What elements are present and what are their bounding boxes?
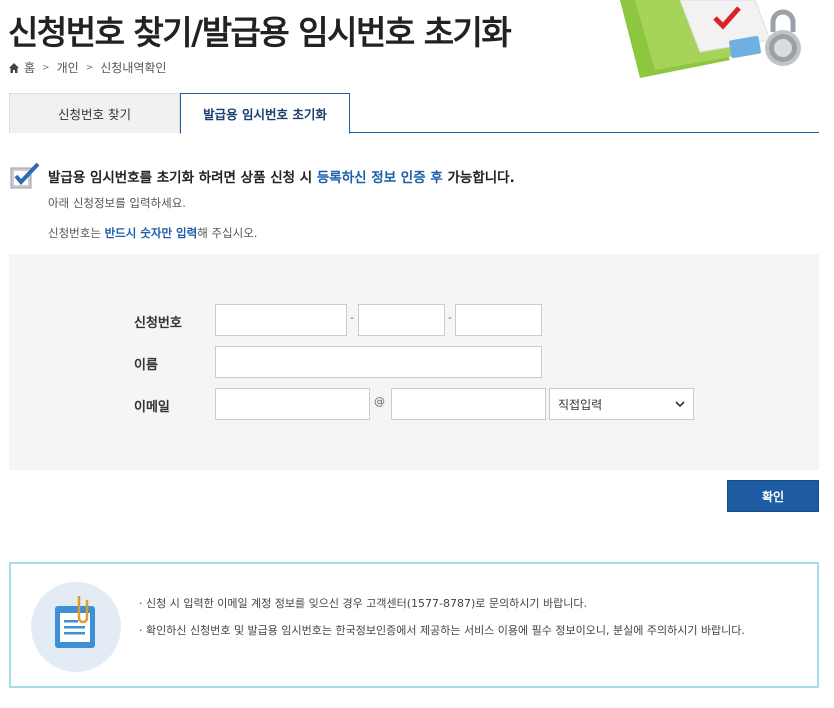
tab-find-application-number[interactable]: 신청번호 찾기 bbox=[9, 93, 180, 133]
page-title: 신청번호 찾기/발급용 임시번호 초기화 bbox=[8, 13, 512, 52]
confirm-button[interactable]: 확인 bbox=[727, 480, 819, 512]
headline-suffix: 가능합니다. bbox=[442, 170, 515, 186]
at-symbol: @ bbox=[374, 395, 385, 408]
email-domain-select[interactable]: 직접입력 bbox=[549, 388, 694, 420]
notice-headline: 발급용 임시번호를 초기화 하려면 상품 신청 시 등록하신 정보 인증 후 가… bbox=[48, 166, 515, 186]
instruction-prefix: 신청번호는 bbox=[48, 226, 105, 240]
hero-illustration bbox=[580, 0, 834, 78]
instruction-suffix: 해 주십시오. bbox=[197, 226, 258, 240]
clipboard-note-icon bbox=[55, 596, 95, 648]
chevron-right-icon: > bbox=[85, 62, 94, 73]
info-box: · 신청 시 입력한 이메일 계정 정보를 잊으신 경우 고객센터(1577-8… bbox=[9, 562, 819, 688]
email-label: 이메일 bbox=[134, 400, 170, 415]
breadcrumb-item-personal[interactable]: 개인 bbox=[57, 59, 79, 76]
chevron-right-icon: > bbox=[42, 62, 50, 73]
application-number-field-2[interactable] bbox=[358, 304, 445, 336]
dash-separator: - bbox=[448, 311, 452, 324]
home-icon[interactable] bbox=[8, 62, 20, 74]
chevron-down-icon bbox=[675, 401, 685, 408]
email-domain-field[interactable] bbox=[391, 388, 546, 420]
instruction-highlight: 반드시 숫자만 입력 bbox=[104, 226, 198, 240]
name-label: 이름 bbox=[134, 358, 158, 373]
info-line-1: · 신청 시 입력한 이메일 계정 정보를 잊으신 경우 고객센터(1577-8… bbox=[139, 597, 587, 610]
checkbox-check-icon bbox=[10, 162, 40, 189]
number-only-instruction: 신청번호는 반드시 숫자만 입력해 주십시오. bbox=[48, 225, 257, 241]
application-form: 신청번호 - - 이름 이메일 @ 직접입력 bbox=[9, 254, 819, 470]
email-id-field[interactable] bbox=[215, 388, 370, 420]
info-line-2: · 확인하신 신청번호 및 발급용 임시번호는 한국정보인증에서 제공하는 서비… bbox=[139, 624, 745, 637]
info-illustration bbox=[31, 582, 121, 672]
tab-reset-temp-number[interactable]: 발급용 임시번호 초기화 bbox=[180, 93, 350, 134]
breadcrumb-item-current: 신청내역확인 bbox=[100, 61, 167, 75]
name-field[interactable] bbox=[215, 346, 542, 378]
document-lock-illustration-icon bbox=[620, 0, 801, 78]
instruction-text: 아래 신청정보를 입력하세요. bbox=[48, 196, 186, 210]
email-domain-select-value: 직접입력 bbox=[558, 397, 603, 412]
application-number-label: 신청번호 bbox=[134, 316, 182, 331]
application-number-field-1[interactable] bbox=[215, 304, 347, 336]
headline-highlight: 등록하신 정보 인증 후 bbox=[316, 170, 443, 186]
dash-separator: - bbox=[350, 311, 354, 324]
headline-text: 발급용 임시번호를 초기화 하려면 상품 신청 시 bbox=[48, 170, 317, 186]
tab-bar: 신청번호 찾기 발급용 임시번호 초기화 bbox=[9, 93, 819, 134]
breadcrumb-item-home[interactable]: 홈 bbox=[24, 59, 35, 76]
application-number-field-3[interactable] bbox=[455, 304, 542, 336]
breadcrumb: 홈 > 개인 > 신청내역확인 bbox=[8, 59, 166, 76]
